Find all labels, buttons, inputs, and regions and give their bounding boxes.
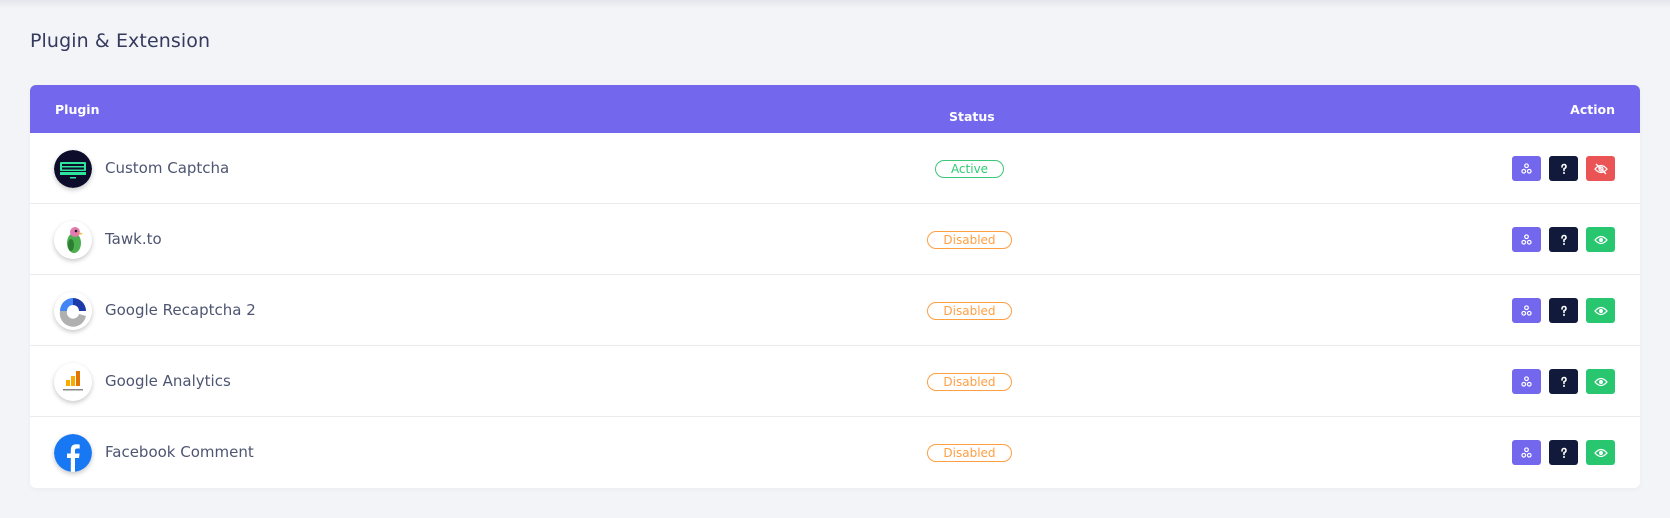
eye-icon xyxy=(1593,235,1608,244)
settings-button[interactable] xyxy=(1512,369,1541,394)
row-actions xyxy=(1512,298,1615,323)
table-row: Google Analytics Disabled xyxy=(30,346,1640,417)
deactivate-button[interactable] xyxy=(1586,156,1615,181)
question-icon xyxy=(1560,305,1567,316)
plugin-name: Google Recaptcha 2 xyxy=(105,301,256,319)
question-icon xyxy=(1560,163,1567,174)
settings-icon xyxy=(1521,163,1532,174)
activate-button[interactable] xyxy=(1586,298,1615,323)
settings-icon xyxy=(1521,305,1532,316)
header-plugin: Plugin xyxy=(55,101,100,117)
header-status: Status xyxy=(949,109,995,124)
plugin-name: Custom Captcha xyxy=(105,159,230,177)
page-title: Plugin & Extension xyxy=(30,30,211,52)
table-row: Facebook Comment Disabled xyxy=(30,417,1640,488)
row-actions xyxy=(1512,369,1615,394)
question-icon xyxy=(1560,447,1567,458)
question-icon xyxy=(1560,376,1567,387)
activate-button[interactable] xyxy=(1586,369,1615,394)
settings-button[interactable] xyxy=(1512,227,1541,252)
plugin-table: Plugin Status Action Custom Captcha Acti… xyxy=(30,85,1640,488)
plugin-name: Tawk.to xyxy=(105,230,162,248)
status-badge: Active xyxy=(935,160,1004,178)
settings-button[interactable] xyxy=(1512,298,1541,323)
google-analytics-logo xyxy=(54,363,92,401)
table-row: Tawk.to Disabled xyxy=(30,204,1640,275)
status-badge: Disabled xyxy=(927,373,1012,391)
settings-button[interactable] xyxy=(1512,440,1541,465)
hide-eye-icon xyxy=(1593,163,1608,174)
row-actions xyxy=(1512,440,1615,465)
help-button[interactable] xyxy=(1549,369,1578,394)
settings-icon xyxy=(1521,447,1532,458)
eye-icon xyxy=(1593,448,1608,457)
plugin-name: Google Analytics xyxy=(105,372,231,390)
facebook-logo xyxy=(54,434,92,472)
custom-captcha-logo xyxy=(54,150,92,188)
status-badge: Disabled xyxy=(927,231,1012,249)
table-header: Plugin Status Action xyxy=(30,85,1640,133)
help-button[interactable] xyxy=(1549,227,1578,252)
help-button[interactable] xyxy=(1549,440,1578,465)
activate-button[interactable] xyxy=(1586,440,1615,465)
row-actions xyxy=(1512,156,1615,181)
header-action: Action xyxy=(1570,101,1615,117)
eye-icon xyxy=(1593,377,1608,386)
table-row: Custom Captcha Active xyxy=(30,133,1640,204)
settings-icon xyxy=(1521,376,1532,387)
question-icon xyxy=(1560,234,1567,245)
help-button[interactable] xyxy=(1549,298,1578,323)
google-recaptcha-logo xyxy=(54,292,92,330)
plugin-name: Facebook Comment xyxy=(105,443,254,461)
help-button[interactable] xyxy=(1549,156,1578,181)
tawkto-parrot-logo xyxy=(54,221,92,259)
table-row: Google Recaptcha 2 Disabled xyxy=(30,275,1640,346)
settings-button[interactable] xyxy=(1512,156,1541,181)
top-shadow xyxy=(0,0,1670,8)
eye-icon xyxy=(1593,306,1608,315)
settings-icon xyxy=(1521,234,1532,245)
status-badge: Disabled xyxy=(927,302,1012,320)
activate-button[interactable] xyxy=(1586,227,1615,252)
status-badge: Disabled xyxy=(927,444,1012,462)
row-actions xyxy=(1512,227,1615,252)
